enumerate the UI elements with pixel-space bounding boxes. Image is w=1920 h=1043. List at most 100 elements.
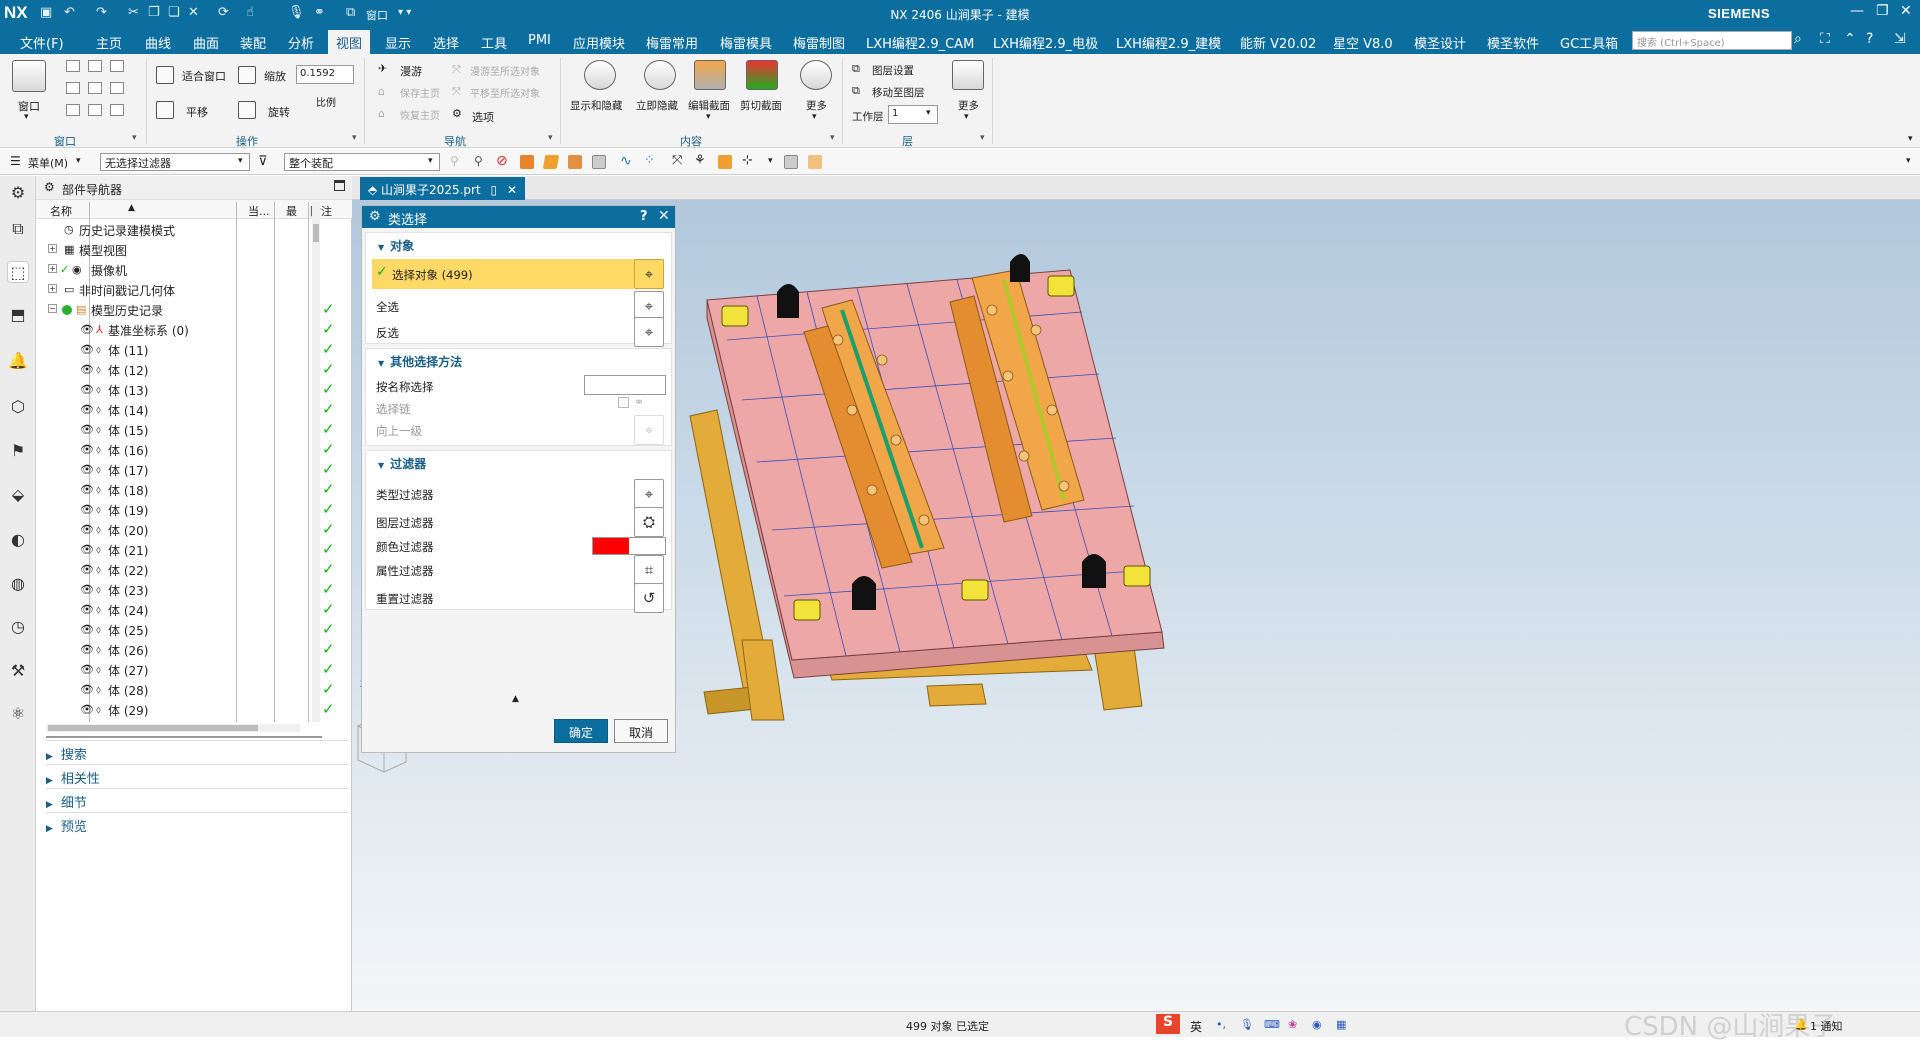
tab-mosheng-software[interactable]: 模圣软件 bbox=[1487, 33, 1539, 52]
section-filter-header[interactable]: ▼ 过滤器 bbox=[378, 455, 426, 472]
ime-punct-icon[interactable]: •, bbox=[1216, 1018, 1226, 1031]
window-icon[interactable] bbox=[12, 60, 46, 92]
tab-home[interactable]: 主页 bbox=[96, 33, 122, 52]
fullscreen-icon[interactable]: ⛶ bbox=[1820, 31, 1830, 47]
eye-icon[interactable]: 👁 bbox=[80, 383, 94, 396]
search-icon[interactable]: ⌕ bbox=[1794, 31, 1802, 47]
ime-voice-icon[interactable]: 🎙 bbox=[1240, 1018, 1254, 1031]
group-navigation-expand-icon[interactable]: ▾ bbox=[548, 133, 553, 143]
roam-button[interactable]: 漫游 bbox=[400, 63, 422, 79]
layout-tile-icon[interactable] bbox=[88, 104, 102, 116]
tree-hscroll-thumb[interactable] bbox=[48, 725, 258, 731]
ime-apps-icon[interactable]: ▦ bbox=[1336, 1018, 1346, 1031]
move-to-layer-button[interactable]: 移动至图层 bbox=[872, 85, 925, 100]
layer-settings-button[interactable]: 图层设置 bbox=[872, 63, 914, 78]
collapse-dialog-icon[interactable]: ▲ bbox=[512, 694, 519, 704]
collapse-ribbon-icon[interactable]: ⌃ bbox=[1844, 31, 1856, 47]
eye-icon[interactable]: 👁 bbox=[80, 363, 94, 376]
minimize-icon[interactable]: — bbox=[1850, 3, 1864, 19]
tree-item-body[interactable]: 👁 ⬨ 体 (26) ✓ bbox=[46, 640, 352, 660]
snap-point-icon[interactable]: ⊹ bbox=[742, 153, 753, 168]
ime-game-icon[interactable]: ◉ bbox=[1312, 1018, 1322, 1031]
tree-item-cameras[interactable]: + ✓ ◉ 摄像机 bbox=[46, 260, 352, 280]
tree-item-model-history[interactable]: − ▤ 模型历史记录 ✓ bbox=[46, 300, 352, 320]
show-hide-button[interactable]: 显示和隐藏 bbox=[570, 98, 623, 113]
more-layer-button[interactable]: 更多 bbox=[958, 98, 979, 113]
type-filter-select[interactable]: 无选择过滤器 bbox=[100, 153, 250, 171]
group-content-expand-icon[interactable]: ▾ bbox=[830, 133, 835, 143]
edit-section-icon[interactable] bbox=[694, 60, 726, 90]
tree-item-body[interactable]: 👁 ⬨ 体 (28) ✓ bbox=[46, 680, 352, 700]
tab-pmi[interactable]: PMI bbox=[528, 33, 551, 48]
system-materials-icon[interactable]: ◍ bbox=[7, 573, 29, 595]
eye-icon[interactable]: 👁 bbox=[80, 503, 94, 516]
feature-select-icon[interactable]: ⚘ bbox=[694, 153, 706, 168]
fit-window-icon[interactable] bbox=[156, 66, 174, 84]
tree-item-body[interactable]: 👁 ⬨ 体 (14) ✓ bbox=[46, 400, 352, 420]
tab-tools[interactable]: 工具 bbox=[481, 33, 507, 52]
eye-icon[interactable]: 👁 bbox=[80, 583, 94, 596]
file-menu[interactable]: 文件(F) bbox=[20, 33, 64, 52]
tab-surface[interactable]: 曲面 bbox=[193, 33, 219, 52]
tab-view[interactable]: 视图 bbox=[328, 30, 371, 54]
dialog-close-icon[interactable]: ✕ bbox=[658, 208, 670, 224]
workpart-icon[interactable] bbox=[808, 155, 822, 169]
tab-meilei-common[interactable]: 梅雷常用 bbox=[646, 33, 698, 52]
tab-xingkong[interactable]: 星空 V8.0 bbox=[1333, 33, 1393, 52]
eye-icon[interactable]: 👁 bbox=[80, 523, 94, 536]
tree-item-body[interactable]: 👁 ⬨ 体 (27) ✓ bbox=[46, 660, 352, 680]
more-content-dropdown-icon[interactable]: ▾ bbox=[812, 112, 817, 122]
color-filter-swatch[interactable] bbox=[592, 537, 666, 555]
column-name[interactable]: 名称 bbox=[50, 203, 72, 221]
eye-icon[interactable]: 👁 bbox=[80, 623, 94, 636]
tab-analysis[interactable]: 分析 bbox=[288, 33, 314, 52]
tree-item-body[interactable]: 👁 ⬨ 体 (18) ✓ bbox=[46, 480, 352, 500]
edit-section-dropdown-icon[interactable]: ▾ bbox=[706, 112, 711, 122]
tree-vscrollbar[interactable] bbox=[312, 202, 320, 722]
tree-item-body[interactable]: 👁 ⬨ 体 (20) ✓ bbox=[46, 520, 352, 540]
window-button-label[interactable]: 窗口 bbox=[18, 98, 40, 114]
layout-single-icon[interactable] bbox=[66, 60, 80, 72]
more-layer-icon[interactable] bbox=[952, 60, 984, 90]
menu-button[interactable]: 菜单(M) bbox=[28, 155, 68, 171]
tab-part-file[interactable]: ⬘ 山涧果子2025.prt ▯ ✕ bbox=[360, 177, 525, 200]
section-details[interactable]: ▶ 细节 bbox=[46, 788, 348, 811]
eye-icon[interactable]: 👁 bbox=[80, 423, 94, 436]
group-window-expand-icon[interactable]: ▾ bbox=[132, 133, 137, 143]
column-latest[interactable]: 最 bbox=[286, 203, 297, 221]
collapse-icon[interactable]: − bbox=[48, 304, 57, 313]
more-layer-dropdown-icon[interactable]: ▾ bbox=[964, 112, 969, 122]
expand-icon[interactable]: + bbox=[48, 264, 57, 273]
attribute-filter-button[interactable]: ⌗ bbox=[634, 555, 664, 585]
maximize-panel-icon[interactable] bbox=[334, 180, 345, 191]
tree-item-body[interactable]: 👁 ⬨ 体 (25) ✓ bbox=[46, 620, 352, 640]
show-part-icon[interactable] bbox=[784, 155, 798, 169]
options-button[interactable]: 选项 bbox=[472, 109, 494, 125]
roam-icon[interactable]: ✈ bbox=[378, 62, 387, 75]
tree-item-body[interactable]: 👁 ⬨ 体 (22) ✓ bbox=[46, 560, 352, 580]
part-navigator-icon[interactable]: ⬒ bbox=[7, 304, 29, 326]
section-preview[interactable]: ▶ 预览 bbox=[46, 812, 348, 835]
eye-icon[interactable]: 👁 bbox=[80, 683, 94, 696]
eye-icon[interactable]: 👁 bbox=[80, 323, 94, 336]
face-select-icon[interactable] bbox=[542, 155, 560, 169]
tree-item-body[interactable]: 👁 ⬨ 体 (13) ✓ bbox=[46, 380, 352, 400]
section-search[interactable]: ▶ 搜索 bbox=[46, 740, 348, 763]
tree-item-body[interactable]: 👁 ⬨ 体 (17) ✓ bbox=[46, 460, 352, 480]
eye-icon[interactable]: 👁 bbox=[80, 543, 94, 556]
tree-item-model-views[interactable]: + ▦ 模型视图 bbox=[46, 240, 352, 260]
dialog-title-bar[interactable]: ⚙ 类选择 ? ✕ bbox=[362, 206, 675, 228]
settings-icon[interactable]: ⚙ bbox=[7, 182, 29, 204]
tree-item-body[interactable]: 👁 ⬨ 体 (21) ✓ bbox=[46, 540, 352, 560]
restore-icon[interactable]: ❐ bbox=[1876, 3, 1889, 19]
close-icon[interactable]: ✕ bbox=[1900, 3, 1912, 19]
history-palette-icon[interactable]: ◐ bbox=[7, 529, 29, 551]
panel-splitter[interactable] bbox=[46, 736, 322, 738]
ime-skin-icon[interactable]: ❀ bbox=[1288, 1018, 1297, 1031]
layout-two-icon[interactable] bbox=[88, 60, 102, 72]
edit-section-button[interactable]: 编辑截面 bbox=[688, 98, 730, 113]
history-icon[interactable]: ◷ bbox=[7, 616, 29, 638]
expand-icon[interactable]: + bbox=[48, 284, 57, 293]
roles-icon[interactable]: ⚛ bbox=[7, 703, 29, 725]
cancel-button[interactable]: 取消 bbox=[614, 719, 668, 743]
